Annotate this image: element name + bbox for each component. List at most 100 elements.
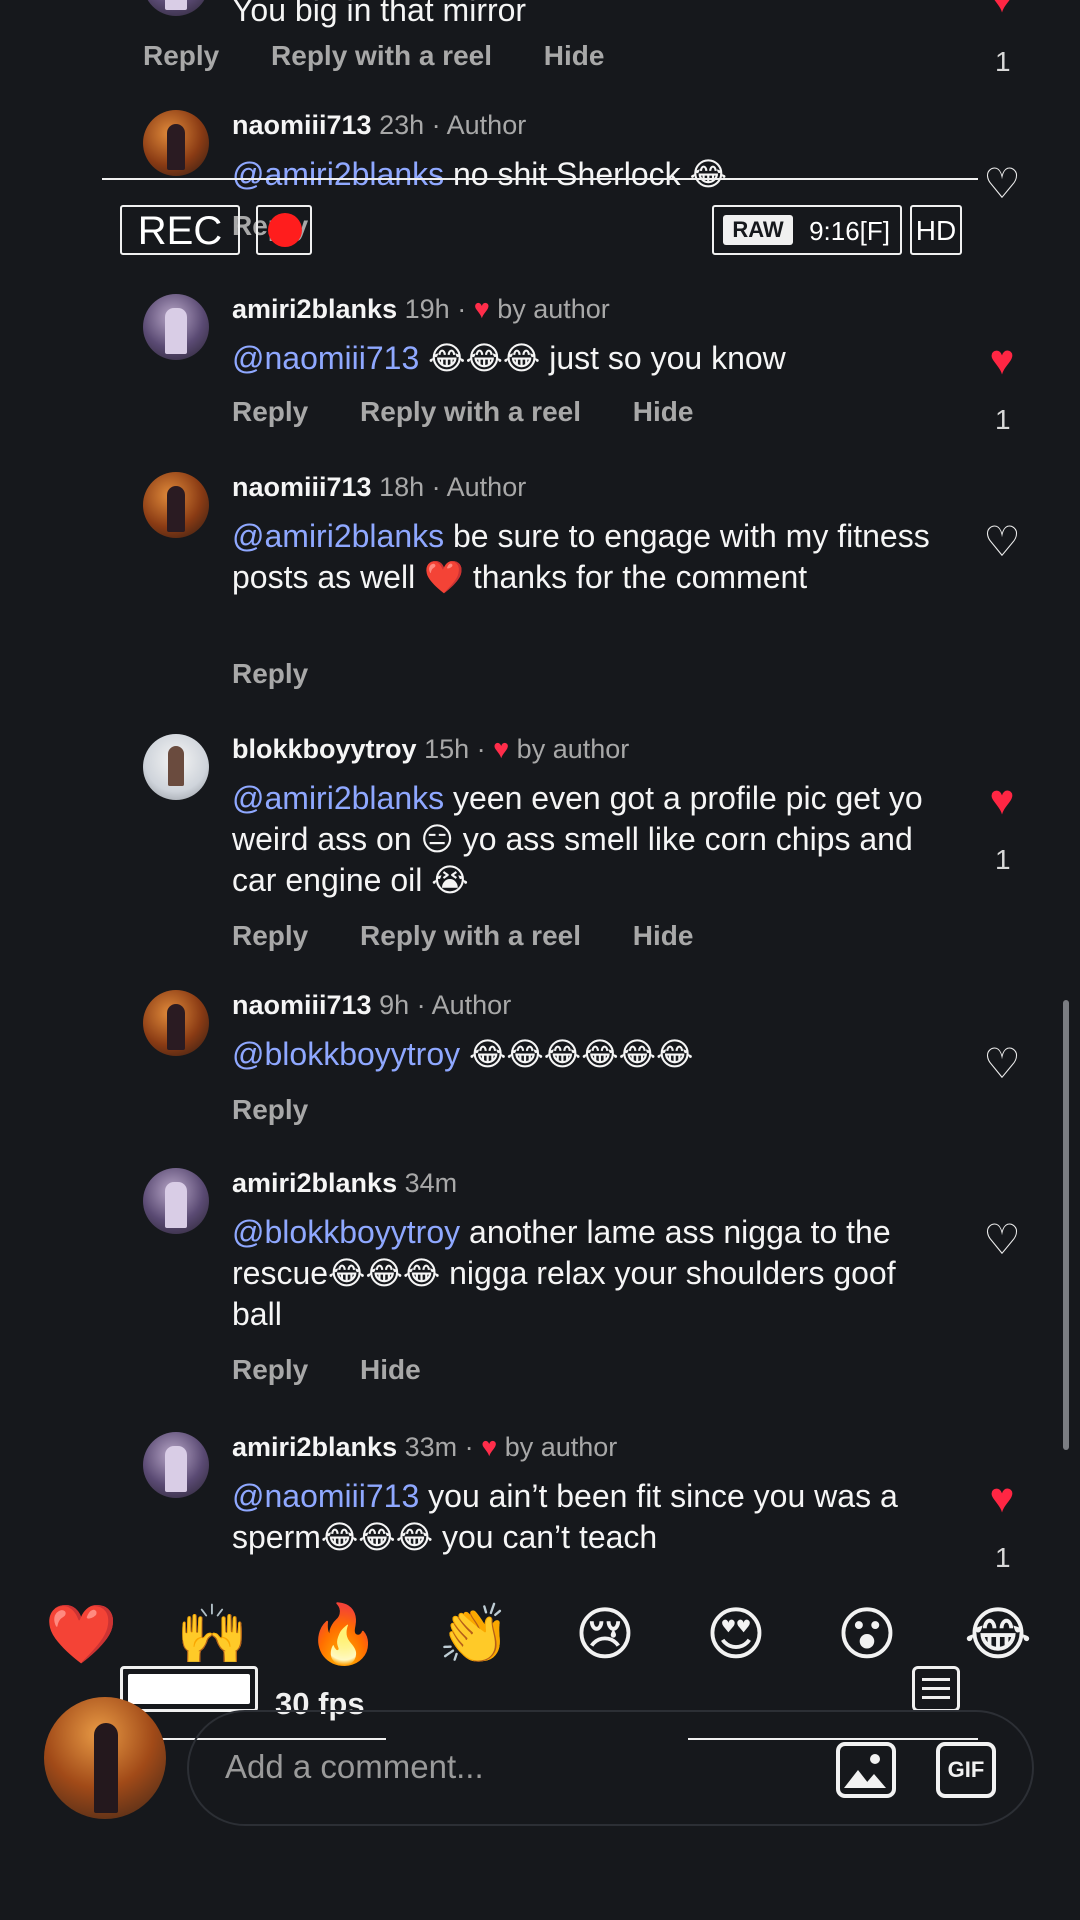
like-count: 1 xyxy=(995,404,1011,435)
mention-link[interactable]: @blokkboyytroy xyxy=(232,1036,460,1072)
comment-username[interactable]: naomiii713 xyxy=(232,472,372,502)
overlay-frame-line xyxy=(102,178,978,180)
image-icon[interactable] xyxy=(836,1742,896,1798)
comment-text: @amiri2blanks be sure to engage with my … xyxy=(232,518,930,595)
reply-button[interactable]: Reply xyxy=(232,1354,308,1385)
heart-filled-icon[interactable]: ♥ xyxy=(978,776,1026,824)
liked-by-author-heart-icon: ♥ xyxy=(493,734,510,764)
comment-time: 34m xyxy=(404,1168,458,1198)
mention-link[interactable]: @amiri2blanks xyxy=(232,780,444,816)
comment-input-placeholder: Add a comment... xyxy=(225,1748,484,1785)
comment-input[interactable]: Add a comment... xyxy=(187,1710,1034,1826)
comment-text: @amiri2blanks no shit Sherlock 😂 xyxy=(232,156,727,192)
heart-outline-icon[interactable]: ♡ xyxy=(978,1040,1026,1088)
comment-actions: Reply Reply with a reel Hide xyxy=(232,396,737,428)
reply-button[interactable]: Reply xyxy=(232,1094,308,1125)
author-tag: · Author xyxy=(431,110,527,140)
comment-text: @blokkboyytroy 😂😂😂😂😂😂 xyxy=(232,1036,694,1072)
list-icon[interactable] xyxy=(912,1666,960,1712)
gif-icon[interactable]: GIF xyxy=(936,1742,996,1798)
heart-filled-icon[interactable]: ♥ xyxy=(978,336,1026,384)
reply-with-reel-button[interactable]: Reply with a reel xyxy=(360,920,581,951)
comment-username[interactable]: amiri2blanks xyxy=(232,1168,397,1198)
comment-time: 15h xyxy=(424,734,470,764)
reaction-clap[interactable]: 👏 xyxy=(438,1600,510,1670)
aspect-label: 9:16[F] xyxy=(809,216,890,246)
comment-actions: Reply Reply with a reel Hide xyxy=(232,920,737,952)
comment-actions: Reply Reply with a reel Hide xyxy=(143,40,648,72)
avatar[interactable] xyxy=(143,472,209,538)
mention-link[interactable]: @blokkboyytroy xyxy=(232,1214,460,1250)
reaction-laughing[interactable]: 😂 xyxy=(963,1600,1033,1670)
rec-label: REC xyxy=(120,205,240,255)
like-count: 1 xyxy=(995,46,1011,77)
avatar[interactable] xyxy=(143,1168,209,1234)
heart-outline-icon[interactable]: ♡ xyxy=(978,160,1026,208)
author-tag: · Author xyxy=(431,472,527,502)
comment-meta: amiri2blanks 19h · ♥ by author xyxy=(232,294,610,324)
comment-actions: Reply xyxy=(232,1094,352,1126)
comment-username[interactable]: blokkboyytroy xyxy=(232,734,417,764)
reply-button[interactable]: Reply xyxy=(232,920,308,951)
reply-button[interactable]: Reply xyxy=(143,40,219,71)
reaction-heart-eyes[interactable]: 😍 xyxy=(701,1600,771,1670)
reply-button[interactable]: Reply xyxy=(232,396,308,427)
reaction-fire[interactable]: 🔥 xyxy=(307,1600,379,1670)
author-tag: · Author xyxy=(416,990,512,1020)
comment-meta: blokkboyytroy 15h · ♥ by author xyxy=(232,734,630,764)
current-user-avatar xyxy=(44,1697,166,1819)
record-dot-icon xyxy=(268,213,302,247)
comment-time: 23h xyxy=(379,110,425,140)
avatar[interactable] xyxy=(143,990,209,1056)
like-count: 1 xyxy=(995,1542,1011,1570)
comment-time: 18h xyxy=(379,472,425,502)
reaction-raised-hands[interactable]: 🙌 xyxy=(176,1600,248,1670)
comment-actions: Reply xyxy=(232,658,352,690)
reaction-crying[interactable]: 😢 xyxy=(570,1600,640,1670)
avatar[interactable] xyxy=(143,294,209,360)
reply-with-reel-button[interactable]: Reply with a reel xyxy=(271,40,492,71)
comment-text: @naomiii713 😂😂😂 just so you know xyxy=(232,340,786,376)
mention-link[interactable]: @naomiii713 xyxy=(232,340,419,376)
comment-username[interactable]: naomiii713 xyxy=(232,110,372,140)
liked-by-author-heart-icon: ♥ xyxy=(473,294,490,324)
avatar[interactable] xyxy=(143,0,209,16)
heart-filled-icon[interactable]: ♥ xyxy=(978,1474,1026,1522)
hide-button[interactable]: Hide xyxy=(360,1354,421,1385)
mention-link[interactable]: @amiri2blanks xyxy=(232,518,444,554)
comment-text: @naomiii713 you ain’t been fit since you… xyxy=(232,1478,898,1555)
hide-button[interactable]: Hide xyxy=(633,920,694,951)
comment-meta: amiri2blanks 33m · ♥ by author xyxy=(232,1432,618,1462)
heart-outline-icon[interactable]: ♡ xyxy=(978,518,1026,566)
avatar[interactable] xyxy=(143,734,209,800)
reaction-heart[interactable]: ❤️ xyxy=(45,1600,117,1670)
comment-text: @amiri2blanks yeen even got a profile pi… xyxy=(232,780,923,898)
heart-outline-icon[interactable]: ♡ xyxy=(978,1216,1026,1264)
heart-filled-icon[interactable]: ♥ xyxy=(978,0,1026,22)
avatar[interactable] xyxy=(143,1432,209,1498)
comment-time: 33m xyxy=(404,1432,458,1462)
mention-link[interactable]: @naomiii713 xyxy=(232,1478,419,1514)
emoji-reaction-bar: ❤️ 🙌 🔥 👏 😢 😍 😮 😂 xyxy=(0,1600,1080,1670)
reaction-surprised[interactable]: 😮 xyxy=(832,1600,902,1670)
hide-button[interactable]: Hide xyxy=(633,396,694,427)
comment-username[interactable]: naomiii713 xyxy=(232,990,372,1020)
comment-meta: amiri2blanks 34m xyxy=(232,1166,457,1200)
comment-username[interactable]: amiri2blanks xyxy=(232,294,397,324)
fps-indicator-box xyxy=(120,1666,258,1712)
comment-text: You big in that mirror xyxy=(232,0,527,28)
comment-meta: naomiii713 9h · Author xyxy=(232,988,511,1022)
avatar[interactable] xyxy=(143,110,209,176)
comment-meta: naomiii713 18h · Author xyxy=(232,470,526,504)
mention-link[interactable]: @amiri2blanks xyxy=(232,156,444,192)
hide-button[interactable]: Hide xyxy=(544,40,605,71)
hd-badge: HD xyxy=(910,205,962,255)
scrollbar[interactable] xyxy=(1063,1000,1069,1450)
reply-button[interactable]: Reply xyxy=(232,658,308,689)
comment-text: @blokkboyytroy another lame ass nigga to… xyxy=(232,1214,896,1332)
comment-actions: Reply Hide xyxy=(232,1354,465,1386)
reply-with-reel-button[interactable]: Reply with a reel xyxy=(360,396,581,427)
comment-username[interactable]: amiri2blanks xyxy=(232,1432,397,1462)
like-count: 1 xyxy=(995,844,1011,875)
raw-badge: RAW xyxy=(723,215,793,245)
